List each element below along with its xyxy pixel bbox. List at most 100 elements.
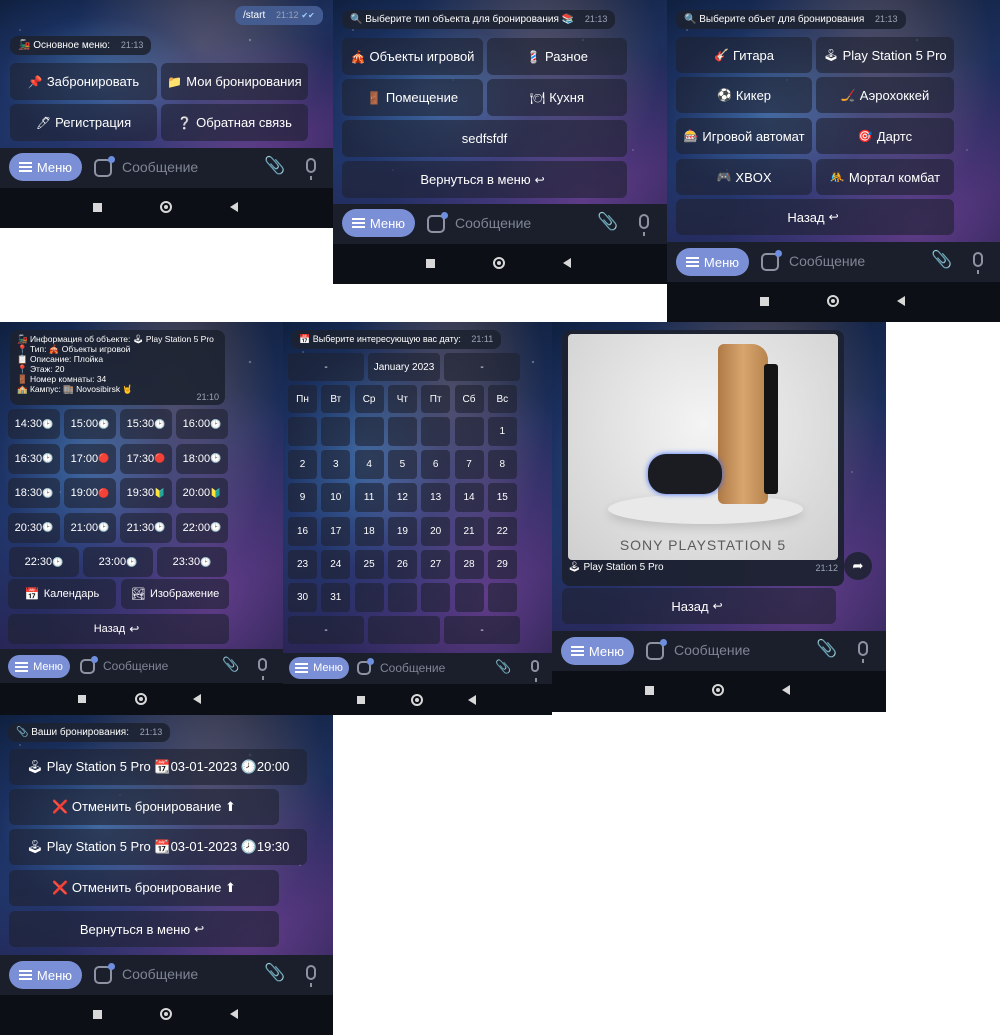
menu-button[interactable]: Меню [561,637,634,665]
xbox-button[interactable]: 🎮 XBOX [676,159,812,195]
prev-month-button[interactable]: - [288,353,364,381]
back-icon[interactable] [230,202,238,212]
time-slot-button[interactable]: 20:30 🕑 [8,512,60,543]
day-cell[interactable] [454,417,484,446]
home-icon[interactable] [827,295,839,307]
day-cell[interactable]: 15 [487,483,517,513]
microphone-icon[interactable] [258,658,267,680]
back-icon[interactable] [563,258,571,268]
day-cell[interactable]: 19 [387,516,417,546]
day-cell[interactable]: 17 [321,516,351,546]
mortal-kombat-button[interactable]: 🤼 Мортал комбат [816,159,954,195]
day-cell[interactable]: 27 [421,549,451,579]
calendar-footer-middle[interactable] [368,616,440,644]
day-cell[interactable]: 18 [354,516,384,546]
misc-button[interactable]: 💈 Разное [487,38,627,75]
menu-button[interactable]: Меню [289,657,349,679]
cancel-booking-button[interactable]: ❌ Отменить бронирование ⬆ [9,789,279,825]
day-cell[interactable] [354,417,384,446]
day-cell[interactable] [387,417,417,446]
time-slot-button[interactable]: 23:00 🕑 [83,547,153,577]
time-slot-button[interactable]: 18:30 🕑 [8,478,60,508]
back-button[interactable]: Назад ↩ [676,199,954,235]
message-input[interactable]: Сообщение [674,642,750,658]
home-icon[interactable] [712,684,724,696]
sticker-icon[interactable] [94,963,115,984]
back-icon[interactable] [897,296,905,306]
time-slot-button[interactable]: 19:30 🔰 [120,478,172,508]
recents-icon[interactable] [93,203,102,212]
back-button[interactable]: Назад ↩ [8,614,229,644]
day-cell[interactable]: 8 [487,450,517,480]
day-cell[interactable]: 5 [387,450,417,480]
day-cell[interactable]: 4 [354,450,384,480]
day-cell[interactable] [387,583,417,612]
day-cell[interactable]: 31 [321,583,351,612]
message-input[interactable]: Сообщение [380,661,445,675]
day-cell[interactable] [421,417,451,446]
feedback-button[interactable]: ❔ Обратная связь [161,104,308,141]
attach-icon[interactable]: 📎 [222,656,239,673]
microphone-icon[interactable] [306,158,316,180]
day-cell[interactable]: 28 [454,549,484,579]
time-slot-button[interactable]: 17:30 🔴 [120,443,172,474]
booking-item-button[interactable]: 🕹 Play Station 5 Pro 📆03-01-2023 🕗20:00 [9,749,307,785]
recents-icon[interactable] [760,297,769,306]
message-input[interactable]: Сообщение [455,215,531,231]
sticker-icon[interactable] [427,212,448,233]
day-cell[interactable]: 23 [288,549,317,579]
day-cell[interactable]: 20 [421,516,451,546]
guitar-button[interactable]: 🎸 Гитара [676,37,812,73]
my-bookings-button[interactable]: 📁 Мои бронирования [161,63,308,100]
recents-icon[interactable] [357,696,365,704]
time-slot-button[interactable]: 16:30 🕑 [8,443,60,474]
product-photo[interactable]: SONY PLAYSTATION 5 [568,334,838,560]
attach-icon[interactable]: 📎 [264,156,285,176]
back-icon[interactable] [193,694,201,704]
time-slot-button[interactable]: 21:00 🕑 [64,512,116,543]
cancel-booking-button[interactable]: ❌ Отменить бронирование ⬆ [9,870,279,906]
sticker-icon[interactable] [80,656,98,674]
menu-button[interactable]: Меню [9,961,82,989]
home-icon[interactable] [160,201,172,213]
day-cell[interactable] [454,583,484,612]
attach-icon[interactable]: 📎 [264,963,285,983]
time-slot-button[interactable]: 21:30 🕑 [120,512,172,543]
recents-icon[interactable] [78,695,86,703]
calendar-footer-left[interactable]: - [288,616,364,644]
sticker-icon[interactable] [357,658,374,675]
sticker-icon[interactable] [646,639,667,660]
attach-icon[interactable]: 📎 [495,659,511,675]
recents-icon[interactable] [93,1010,102,1019]
time-slot-button[interactable]: 23:30 🕑 [157,547,227,577]
attach-icon[interactable]: 📎 [597,212,618,232]
day-cell[interactable]: 30 [288,583,317,612]
microphone-icon[interactable] [639,214,649,236]
menu-button[interactable]: Меню [9,153,82,181]
microphone-icon[interactable] [973,252,983,274]
day-cell[interactable]: 3 [321,450,351,480]
air-hockey-button[interactable]: 🏒 Аэрохоккей [816,77,954,113]
day-cell[interactable]: 16 [288,516,317,546]
day-cell[interactable]: 10 [321,483,351,513]
day-cell[interactable] [487,583,517,612]
time-slot-button[interactable]: 15:30 🕑 [120,409,172,439]
menu-button[interactable]: Меню [676,248,749,276]
attach-icon[interactable]: 📎 [931,250,952,270]
playstation-button[interactable]: 🕹 Play Station 5 Pro [816,37,954,73]
day-cell[interactable]: 7 [454,450,484,480]
day-cell[interactable]: 12 [387,483,417,513]
time-slot-button[interactable]: 22:30 🕑 [9,547,79,577]
book-button[interactable]: 📌 Забронировать [10,63,157,100]
microphone-icon[interactable] [531,660,539,682]
day-cell[interactable]: 24 [321,549,351,579]
back-icon[interactable] [782,685,790,695]
foosball-button[interactable]: ⚽ Кикер [676,77,812,113]
share-button[interactable]: ➦ [844,552,872,580]
day-cell[interactable]: 29 [487,549,517,579]
time-slot-button[interactable]: 17:00 🔴 [64,443,116,474]
image-button[interactable]: 🏞 Изображение [121,579,229,609]
time-slot-button[interactable]: 20:00 🔰 [176,478,228,508]
message-input[interactable]: Сообщение [122,966,198,982]
day-cell[interactable] [288,417,317,446]
